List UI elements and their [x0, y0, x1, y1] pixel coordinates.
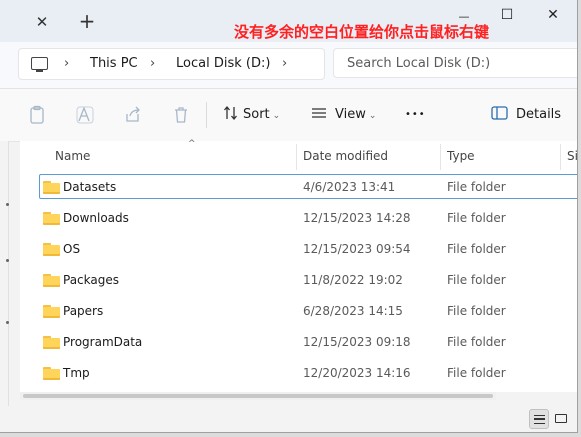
folder-icon — [43, 243, 60, 256]
file-row-programdata[interactable]: ProgramData 12/15/2023 09:18 File folder — [20, 327, 577, 358]
file-type: File folder — [447, 211, 506, 225]
paste-icon[interactable] — [27, 105, 47, 125]
file-row-downloads[interactable]: Downloads 12/15/2023 14:28 File folder — [20, 203, 577, 234]
this-pc-icon[interactable] — [31, 57, 48, 72]
file-type: File folder — [447, 180, 506, 194]
details-view-icon — [534, 415, 545, 424]
file-explorer-window: ✕ + — ☐ ✕ 没有多余的空白位置给你点击鼠标右键 › This PC › … — [0, 0, 578, 433]
file-name: Papers — [63, 304, 104, 318]
pane-marker — [6, 203, 9, 206]
file-date: 12/15/2023 09:18 — [303, 335, 411, 349]
column-divider[interactable] — [440, 144, 441, 170]
status-bar — [0, 406, 577, 432]
file-name: Tmp — [63, 366, 90, 380]
breadcrumb-this-pc[interactable]: This PC — [90, 56, 138, 71]
column-header-type[interactable]: Type — [447, 141, 475, 171]
tab-close-button[interactable]: ✕ — [34, 14, 50, 30]
address-bar[interactable]: › This PC › Local Disk (D:) › — [18, 48, 325, 80]
view-icon — [312, 108, 326, 118]
folder-icon — [43, 305, 60, 318]
more-options-button[interactable]: ••• — [405, 102, 426, 128]
pane-marker — [6, 321, 9, 324]
folder-icon — [43, 367, 60, 380]
file-type: File folder — [447, 273, 506, 287]
chevron-right-icon[interactable]: › — [150, 56, 155, 71]
breadcrumb-local-disk[interactable]: Local Disk (D:) — [176, 56, 270, 71]
file-name: OS — [63, 242, 81, 256]
command-bar: Sort ⌄ View ⌄ ••• Details — [0, 89, 577, 142]
sort-label: Sort — [243, 107, 270, 122]
toolbar-separator — [206, 102, 207, 128]
file-date: 4/6/2023 13:41 — [303, 180, 396, 194]
view-label: View — [335, 107, 366, 122]
folder-icon — [43, 181, 60, 194]
sort-button[interactable]: Sort ⌄ — [223, 102, 280, 128]
file-row-os[interactable]: OS 12/15/2023 09:54 File folder — [20, 234, 577, 265]
column-header-size[interactable]: Si — [567, 141, 577, 171]
navigation-pane[interactable] — [0, 141, 9, 406]
file-row-datasets[interactable]: Datasets 4/6/2023 13:41 File folder — [20, 172, 577, 203]
red-annotation-text: 没有多余的空白位置给你点击鼠标右键 — [234, 23, 490, 41]
column-divider[interactable] — [560, 144, 561, 170]
chevron-down-icon: ⌄ — [368, 111, 377, 121]
file-date: 12/15/2023 09:54 — [303, 242, 411, 256]
file-name: Downloads — [63, 211, 129, 225]
file-row-papers[interactable]: Papers 6/28/2023 14:15 File folder — [20, 296, 577, 327]
file-date: 11/8/2022 19:02 — [303, 273, 403, 287]
file-date: 6/28/2023 14:15 — [303, 304, 403, 318]
search-input[interactable] — [333, 48, 577, 78]
scrollbar-thumb[interactable] — [23, 394, 493, 398]
navigation-bar: › This PC › Local Disk (D:) › — [0, 42, 577, 88]
folder-icon — [43, 212, 60, 225]
sort-ascending-icon: ^ — [188, 139, 196, 149]
chevron-right-icon[interactable]: › — [64, 56, 69, 71]
chevron-right-icon[interactable]: › — [282, 56, 287, 71]
file-type: File folder — [447, 304, 506, 318]
horizontal-scrollbar[interactable] — [20, 392, 496, 400]
folder-icon — [43, 336, 60, 349]
title-bar: ✕ + — ☐ ✕ 没有多余的空白位置给你点击鼠标右键 — [0, 0, 577, 42]
tiles-view-icon — [555, 414, 567, 423]
column-header-row: ^ Name Date modified Type Si — [20, 139, 577, 171]
maximize-button[interactable]: ☐ — [492, 6, 522, 24]
view-button[interactable]: View ⌄ — [311, 102, 376, 128]
file-type: File folder — [447, 335, 506, 349]
chevron-down-icon: ⌄ — [272, 111, 281, 121]
tiles-view-button[interactable] — [551, 409, 571, 429]
column-header-name[interactable]: Name — [55, 141, 90, 171]
file-type: File folder — [447, 366, 506, 380]
file-row-tmp[interactable]: Tmp 12/20/2023 14:16 File folder — [20, 358, 577, 389]
file-name: Packages — [63, 273, 119, 287]
close-button[interactable]: ✕ — [538, 6, 568, 24]
details-pane-button[interactable]: Details — [491, 102, 561, 128]
file-name: Datasets — [63, 180, 117, 194]
details-view-button[interactable] — [529, 409, 549, 429]
file-type: File folder — [447, 242, 506, 256]
rename-icon[interactable] — [75, 105, 95, 125]
file-date: 12/15/2023 14:28 — [303, 211, 411, 225]
file-date: 12/20/2023 14:16 — [303, 366, 411, 380]
column-divider[interactable] — [296, 144, 297, 170]
sort-icon — [224, 105, 237, 121]
share-icon[interactable] — [123, 105, 143, 125]
column-header-date-modified[interactable]: Date modified — [303, 141, 388, 171]
details-label: Details — [516, 107, 562, 122]
new-tab-button[interactable]: + — [78, 11, 96, 31]
pane-marker — [6, 259, 9, 262]
file-name: ProgramData — [63, 335, 143, 349]
delete-icon[interactable] — [171, 105, 191, 125]
folder-icon — [43, 274, 60, 287]
details-pane-icon — [491, 106, 508, 120]
file-row-packages[interactable]: Packages 11/8/2022 19:02 File folder — [20, 265, 577, 296]
